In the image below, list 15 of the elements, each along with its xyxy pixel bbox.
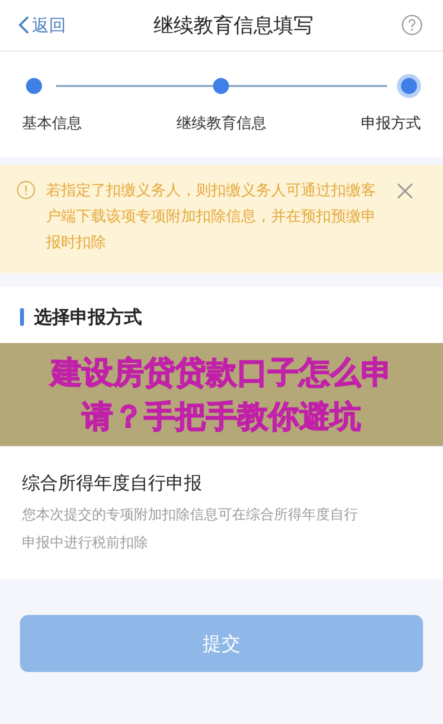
banner-text: 建设房贷贷款口子怎么申请？手把手教你避坑 [48, 354, 393, 436]
step-label: 继续教育信息 [176, 114, 266, 133]
close-icon[interactable] [396, 182, 414, 200]
help-icon[interactable] [401, 14, 423, 36]
option-item[interactable]: 综合所得年度自行申报 您本次提交的专项附加扣除信息可在综合所得年度自行申报中进行税前扣除 [0, 446, 443, 579]
page-title: 继续教育信息填写 [154, 12, 314, 38]
step-label: 申报方式 [361, 114, 421, 133]
option-title: 综合所得年度自行申报 [22, 472, 203, 495]
section-title: 选择申报方式 [34, 306, 142, 329]
option-description: 您本次提交的专项附加扣除信息可在综合所得年度自行申报中进行税前扣除 [22, 506, 359, 553]
notice-text: 若指定了扣缴义务人，则扣缴义务人可通过扣缴客户端下载该项专项附加扣除信息，并在预扣预缴申报时扣除 [46, 180, 377, 253]
step-label: 基本信息 [22, 114, 82, 133]
back-button[interactable]: 返回 [18, 14, 66, 36]
chevron-left-icon [18, 15, 30, 35]
info-icon [16, 180, 36, 200]
